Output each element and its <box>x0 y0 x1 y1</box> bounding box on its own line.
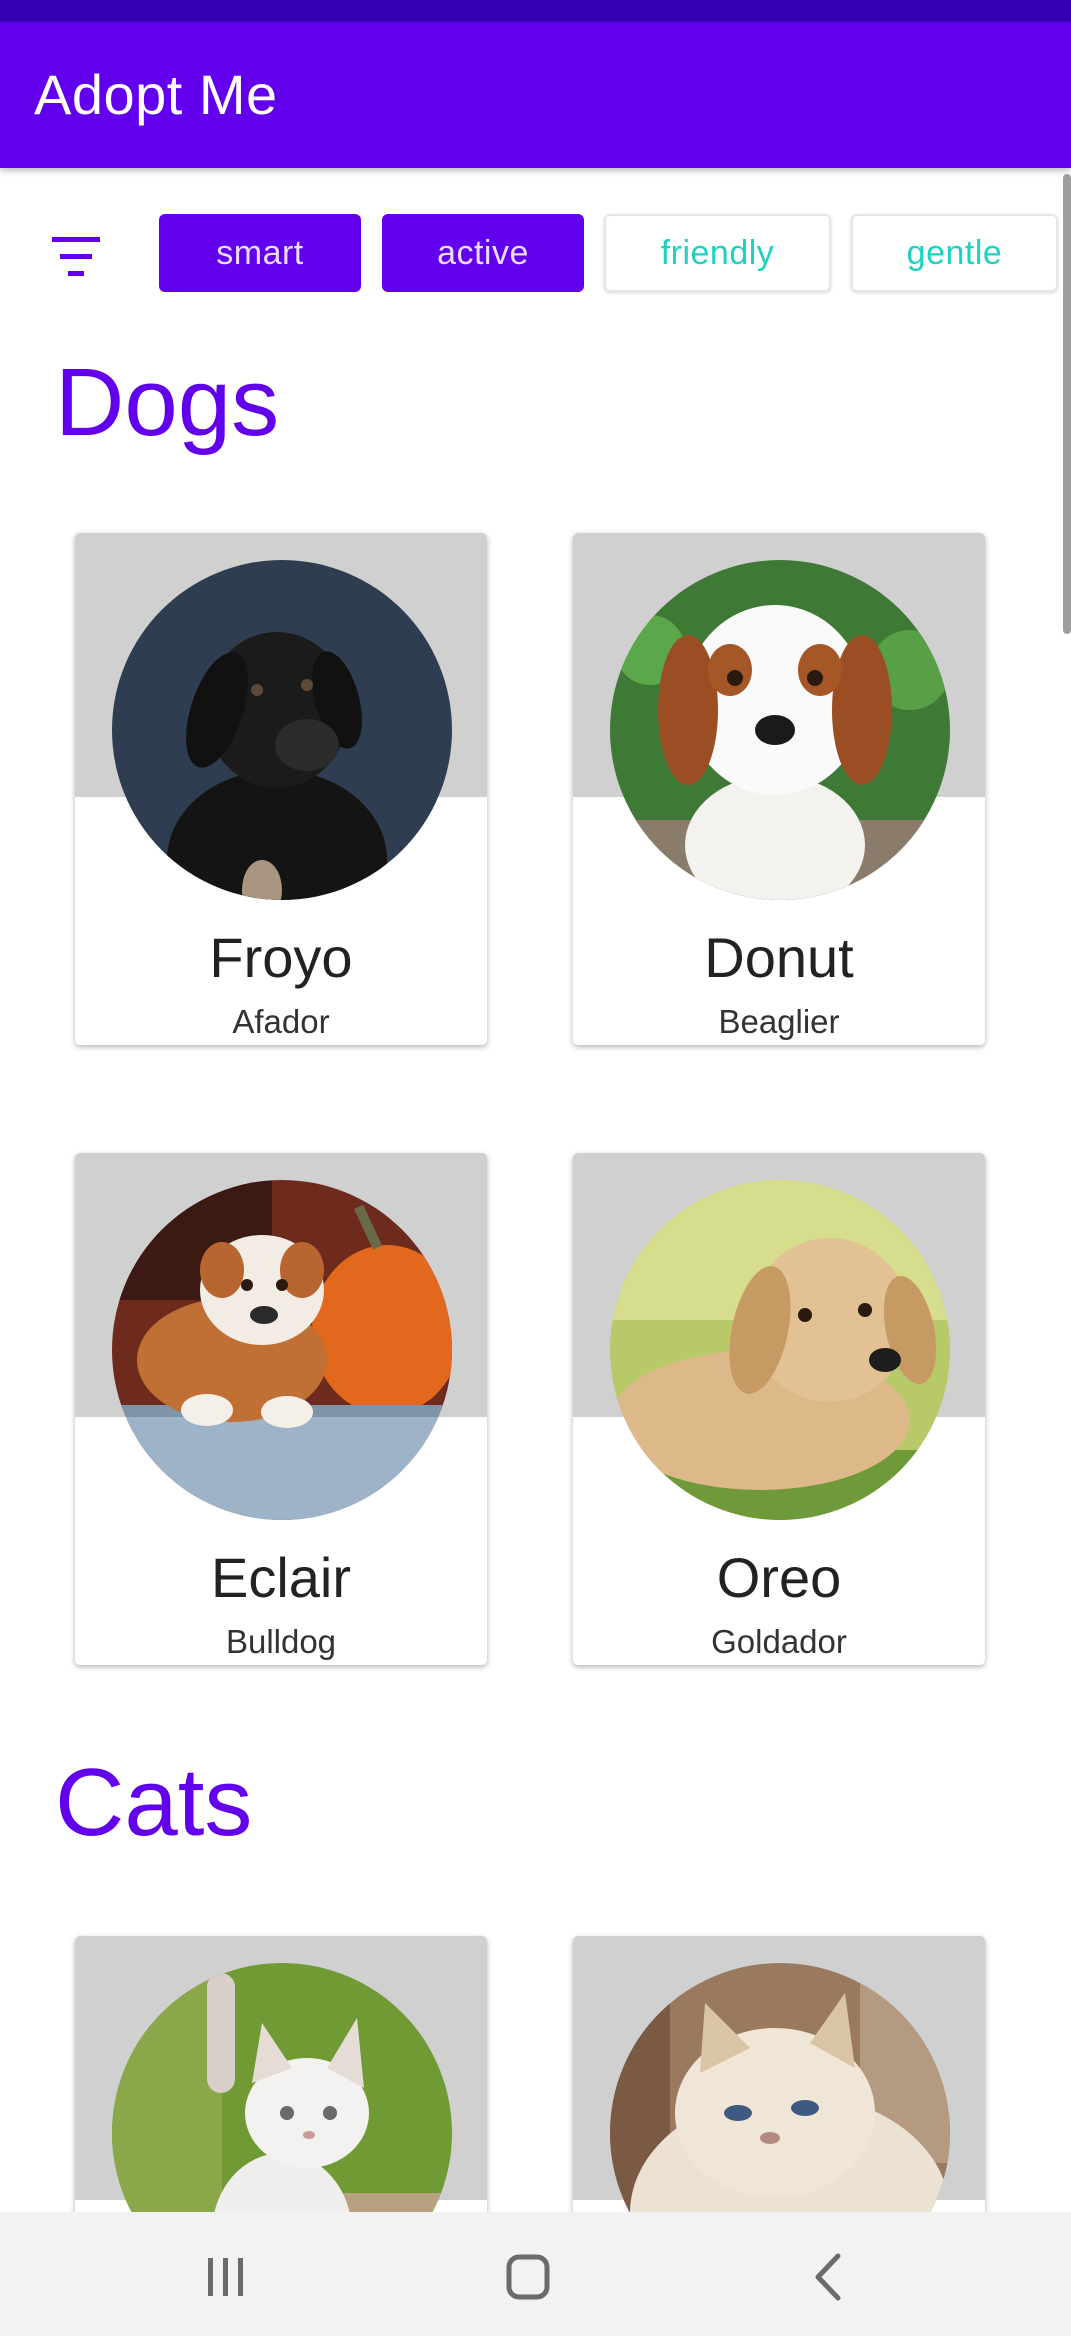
filter-icon[interactable] <box>48 233 104 283</box>
pet-card-cat-2[interactable] <box>573 1936 985 2212</box>
pet-breed: Bulldog <box>225 1623 337 1660</box>
pet-card-cat-1[interactable] <box>75 1936 487 2212</box>
pet-name: Oreo <box>716 1546 842 1609</box>
golden-puppy-photo <box>610 1180 950 1520</box>
pet-name: Eclair <box>210 1546 352 1609</box>
app-title: Adopt Me <box>34 63 278 126</box>
pet-name: Froyo <box>209 926 353 989</box>
bulldog-puppy-photo <box>112 1180 452 1520</box>
home-icon[interactable] <box>498 2252 558 2302</box>
filter-chip-gentle[interactable]: gentle <box>851 214 1058 292</box>
pet-breed: Goldador <box>711 1623 847 1660</box>
system-nav-bar <box>0 2212 1071 2336</box>
black-dog-photo <box>112 560 452 900</box>
pet-list[interactable]: smart active friendly gentle Dogs Froyo … <box>0 168 1071 2212</box>
filter-chip-smart[interactable]: smart <box>159 214 361 292</box>
recent-apps-icon[interactable] <box>196 2252 256 2302</box>
status-bar <box>0 0 1071 22</box>
filter-chip-active[interactable]: active <box>382 214 584 292</box>
pet-card-donut[interactable]: Donut Beaglier <box>573 533 985 1045</box>
pet-name: Donut <box>704 926 854 989</box>
app-bar: Adopt Me <box>0 22 1071 168</box>
section-title-cats: Cats <box>55 1749 253 1856</box>
pet-breed: Beaglier <box>718 1003 840 1040</box>
pet-card-eclair[interactable]: Eclair Bulldog <box>75 1153 487 1665</box>
pet-card-froyo[interactable]: Froyo Afador <box>75 533 487 1045</box>
filter-chip-friendly[interactable]: friendly <box>604 214 831 292</box>
spaniel-puppy-photo <box>610 560 950 900</box>
pet-breed: Afador <box>232 1003 330 1040</box>
scrollbar[interactable] <box>1063 174 1071 634</box>
pet-card-oreo[interactable]: Oreo Goldador <box>573 1153 985 1665</box>
back-icon[interactable] <box>800 2252 860 2302</box>
section-title-dogs: Dogs <box>55 349 280 456</box>
